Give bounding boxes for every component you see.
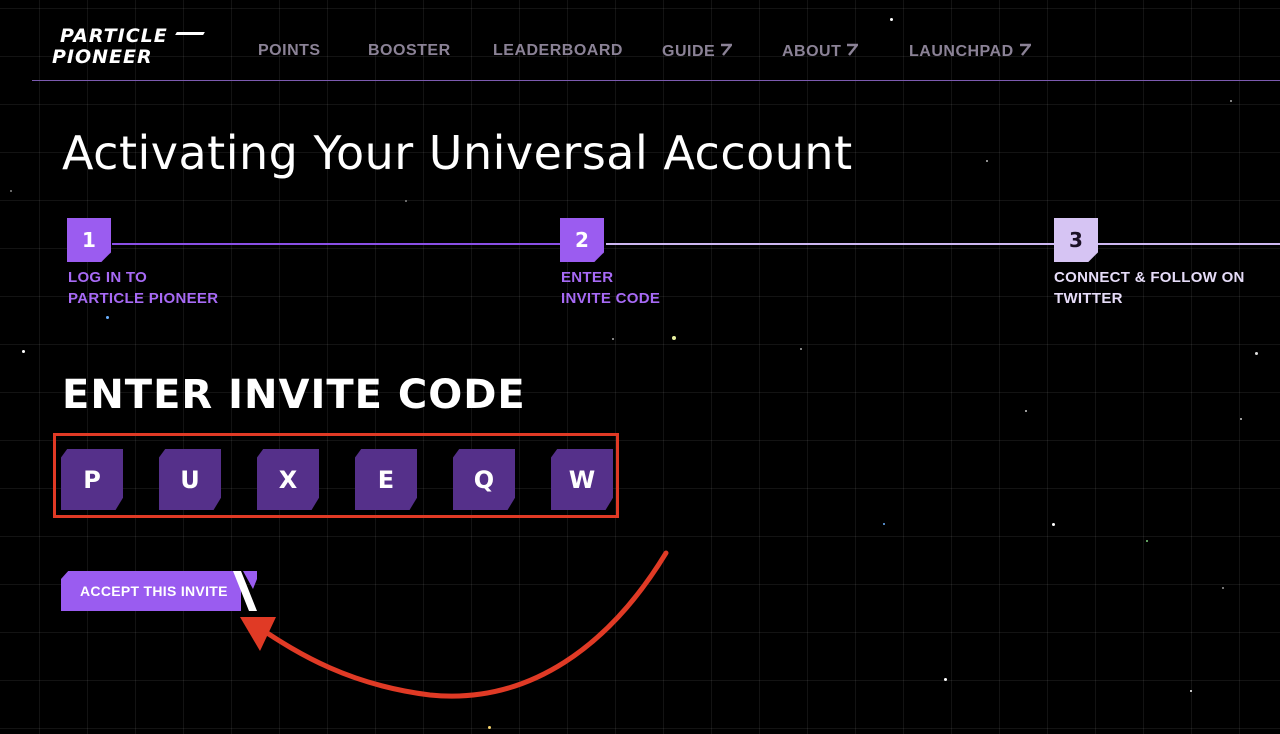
step-1-badge: 1 (67, 218, 111, 262)
star (986, 160, 988, 162)
star (1240, 418, 1242, 420)
logo-swoosh (175, 32, 205, 35)
logo[interactable]: PARTICLE PIONEER (52, 26, 212, 70)
star (22, 350, 25, 353)
nav-booster-label: BOOSTER (368, 42, 451, 59)
star (488, 726, 491, 729)
step-3-label: CONNECT & FOLLOW ON TWITTER (1054, 267, 1245, 309)
page-title: Activating Your Universal Account (62, 126, 853, 180)
invite-code-heading: ENTER INVITE CODE (62, 372, 526, 418)
star (944, 678, 947, 681)
step-2-label-line1: ENTER (561, 269, 614, 286)
step-connector-3-end (1098, 243, 1280, 245)
step-2-number: 2 (575, 228, 589, 252)
external-link-icon (847, 43, 859, 56)
invite-code-char-2[interactable]: U (159, 449, 221, 510)
external-link-icon (1019, 43, 1031, 56)
nav-leaderboard-label: LEADERBOARD (493, 42, 623, 59)
star (883, 523, 885, 525)
step-1-label-line1: LOG IN TO (68, 269, 148, 286)
nav-booster[interactable]: BOOSTER (368, 42, 451, 60)
step-connector-2-3 (606, 243, 1056, 245)
logo-line1: PARTICLE (60, 25, 168, 47)
step-1-label: LOG IN TO PARTICLE PIONEER (68, 267, 218, 309)
invite-code-char-1[interactable]: P (61, 449, 123, 510)
star (1222, 587, 1224, 589)
invite-code-char-4[interactable]: E (355, 449, 417, 510)
header-divider (32, 80, 1280, 81)
star (1025, 410, 1027, 412)
star (672, 336, 676, 340)
step-1-number: 1 (82, 228, 96, 252)
star (1146, 540, 1148, 542)
nav-guide-label: GUIDE (662, 43, 716, 60)
invite-code-highlight (53, 433, 619, 518)
invite-code-char-3[interactable]: X (257, 449, 319, 510)
step-2-label: ENTER INVITE CODE (561, 267, 660, 309)
nav-launchpad[interactable]: LAUNCHPAD (909, 42, 1031, 61)
step-connector-1-2 (112, 243, 560, 245)
step-1-label-line2: PARTICLE PIONEER (68, 290, 219, 307)
step-3-number: 3 (1069, 228, 1083, 252)
logo-line2: PIONEER (52, 46, 153, 68)
step-3-label-line1: CONNECT & FOLLOW ON (1054, 269, 1245, 286)
step-3-badge: 3 (1054, 218, 1098, 262)
star (106, 316, 109, 319)
step-3-label-line2: TWITTER (1054, 290, 1123, 307)
step-2-label-line2: INVITE CODE (561, 290, 661, 307)
invite-code-char-6[interactable]: W (551, 449, 613, 510)
nav-guide[interactable]: GUIDE (662, 42, 733, 61)
accept-invite-button-label: ACCEPT THIS INVITE (80, 583, 228, 599)
nav-points-label: POINTS (258, 42, 321, 59)
star (1052, 523, 1055, 526)
star (405, 200, 407, 202)
star (1255, 352, 1258, 355)
nav-about[interactable]: ABOUT (782, 42, 859, 61)
nav-points[interactable]: POINTS (258, 42, 321, 60)
step-2-badge: 2 (560, 218, 604, 262)
star (1230, 100, 1232, 102)
star (1190, 690, 1192, 692)
external-link-icon (721, 43, 733, 56)
nav-leaderboard[interactable]: LEADERBOARD (493, 42, 623, 60)
annotation-arrow-icon (240, 550, 669, 699)
invite-code-char-5[interactable]: Q (453, 449, 515, 510)
star (800, 348, 802, 350)
star (10, 190, 12, 192)
star (612, 338, 614, 340)
nav-about-label: ABOUT (782, 43, 842, 60)
nav-launchpad-label: LAUNCHPAD (909, 43, 1014, 60)
accept-invite-button[interactable]: ACCEPT THIS INVITE (61, 571, 257, 611)
star (890, 18, 893, 21)
